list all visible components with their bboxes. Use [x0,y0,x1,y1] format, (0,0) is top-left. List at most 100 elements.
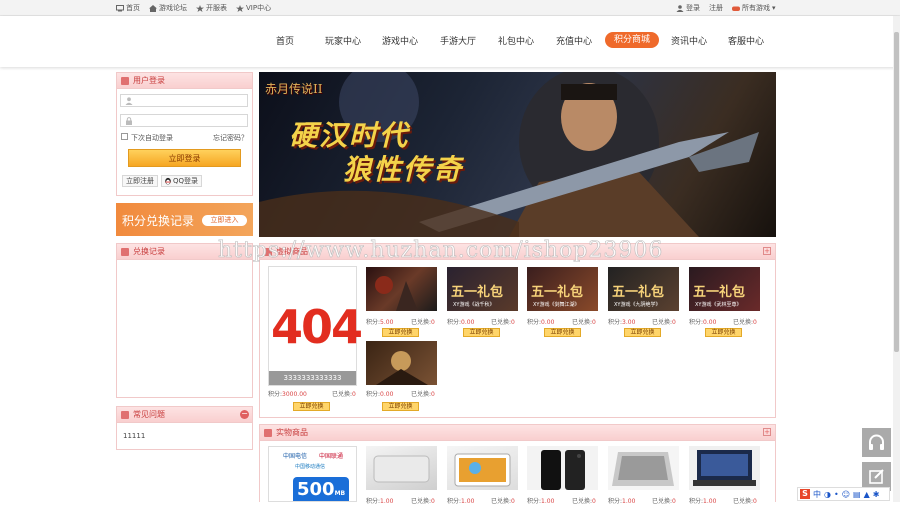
main-nav: 首页 玩家中心 游戏中心 手游大厅 礼包中心 充值中心 积分商城 资讯中心 客服… [0,16,900,67]
exchange-button[interactable]: 立即兑换 [624,328,661,337]
featured-exchange-button[interactable]: 立即兑换 [293,402,330,411]
expand-icon[interactable]: + [763,428,771,436]
product-sold: 已兑换:0 [733,498,757,505]
exchange-record-header: 兑换记录 [117,244,252,260]
product-price: 积分:1.00 [447,498,475,505]
top-account-links: 登录 注册 所有游戏 ▾ [676,3,776,13]
remember-checkbox[interactable] [121,133,128,140]
scrollbar-thumb[interactable] [894,32,899,352]
top-links: 首页 游戏论坛 开服表 VIP中心 [116,3,271,13]
product-sold: 已兑换:0 [572,319,596,326]
points-record-promo[interactable]: 积分兑换记录 立即进入 [116,203,253,236]
virtual-product-image[interactable]: 五一礼包 XY游戏《九阴绝学》 [608,267,679,311]
product-price: 积分:1.00 [608,498,636,505]
qq-login-button[interactable]: QQ登录 [161,175,203,187]
top-all-games[interactable]: 所有游戏 ▾ [732,3,776,13]
virtual-product-image[interactable]: 五一礼包 XY游戏《战千秋》 [447,267,518,311]
home-icon [149,4,157,12]
headset-icon [869,434,884,450]
laptop-dark-image[interactable] [689,446,760,490]
nav-player-center[interactable]: 玩家中心 [325,34,361,47]
tablet-image[interactable] [447,446,518,490]
nav-recharge-center[interactable]: 充值中心 [556,34,592,47]
faq-item[interactable]: 11111 [123,432,145,440]
product-sold: 已兑换:0 [652,498,676,505]
promo-title: 积分兑换记录 [122,214,195,228]
exchange-button[interactable]: 立即兑换 [382,402,419,411]
top-link-server[interactable]: 开服表 [196,3,227,13]
featured-product-sold: 已兑换:0 [332,391,356,398]
shirt-icon: ▲ [863,489,870,499]
top-link-vip[interactable]: VIP中心 [236,3,271,13]
username-field[interactable] [120,94,248,107]
product-art [693,450,756,486]
promo-enter-button[interactable]: 立即进入 [202,215,247,226]
forgot-password-link[interactable]: 忘记密码？ [213,133,248,143]
product-sold: 已兑换:0 [411,498,435,505]
product-art [612,452,674,486]
nav-service-center[interactable]: 客服中心 [728,34,764,47]
exchange-button[interactable]: 立即兑换 [463,328,500,337]
exchange-button[interactable]: 立即兑换 [705,328,742,337]
nav-points-mall[interactable]: 积分商城 [605,32,660,48]
ime-mode: 中 [813,489,821,499]
laptop-image[interactable] [608,446,679,490]
nav-game-center[interactable]: 游戏中心 [382,34,418,47]
faq-title: 常见问题 [133,410,165,419]
computer-icon [116,4,124,11]
top-login-link[interactable]: 登录 [676,3,700,13]
nav-news-center[interactable]: 资讯中心 [671,34,707,47]
virtual-product-image[interactable] [366,267,437,311]
top-register-link[interactable]: 注册 [709,3,723,13]
product-sold: 已兑换:0 [411,319,435,326]
star-icon [236,4,244,12]
ime-toolbar[interactable]: S 中 ◑ • ☺ ▤ ▲ ✱ [797,487,890,501]
physical-goods-header: 实物商品 + [260,425,775,441]
hero-banner[interactable]: 赤月传说II 硬汉时代 狼性传奇 [259,72,776,237]
featured-product-caption: 3333333333333 [269,371,356,385]
featured-virtual-product[interactable]: 404 3333333333333 [268,266,363,386]
nav-gift-center[interactable]: 礼包中心 [498,34,534,47]
lock-icon [126,117,132,125]
exchange-button[interactable]: 立即兑换 [382,328,419,337]
product-art [376,351,428,385]
product-banner: 五一礼包 [531,285,584,300]
virtual-product-image[interactable]: 五一礼包 XY游戏《武林至尊》 [689,267,760,311]
expand-icon[interactable]: + [763,247,771,255]
featured-physical-product[interactable]: 中国电信 中国联通 中国移动通信 500MB [268,446,357,502]
phone-image[interactable] [527,446,598,490]
login-button[interactable]: 立即登录 [128,149,241,167]
product-price: 积分:5.00 [366,319,394,326]
keyboard-icon: ▤ [853,489,861,499]
top-link-forum[interactable]: 游戏论坛 [149,3,187,13]
product-price: 积分:1.00 [366,498,394,505]
top-link-home[interactable]: 首页 [116,3,140,13]
punctuation-icon: • [833,489,839,499]
hero-banner-art [259,72,759,237]
customer-service-float[interactable] [862,428,891,457]
product-sold: 已兑换:0 [572,498,596,505]
product-price: 积分:0.00 [527,319,555,326]
physical-goods-title: 实物商品 [276,428,308,437]
register-button[interactable]: 立即注册 [122,175,158,187]
remember-label: 下次自动登录 [131,134,173,142]
virtual-product-image[interactable]: 五一礼包 XY游戏《剑舞江湖》 [527,267,598,311]
nav-mobile-games[interactable]: 手游大厅 [440,34,476,47]
brand-mobile: 中国移动通信 [295,464,326,470]
collapse-icon[interactable]: − [240,410,249,419]
product-sold: 已兑换:0 [491,319,515,326]
gift-icon [264,429,272,437]
power-bank-image[interactable] [366,446,437,490]
minus-icon[interactable] [121,248,129,256]
featured-product-image: 404 [271,283,363,371]
exchange-button[interactable]: 立即兑换 [544,328,581,337]
password-field[interactable] [120,114,248,127]
product-subtitle: XY游戏《战千秋》 [453,302,495,308]
virtual-product-image[interactable] [366,341,437,385]
page-scrollbar[interactable] [893,16,900,502]
product-subtitle: XY游戏《武林至尊》 [695,302,742,308]
virtual-goods-header: 虚拟商品 + [260,244,775,260]
top-bar: 首页 游戏论坛 开服表 VIP中心 登录 注册 所有游戏 ▾ [0,0,900,16]
product-sold: 已兑换:0 [652,319,676,326]
nav-home[interactable]: 首页 [276,34,294,47]
